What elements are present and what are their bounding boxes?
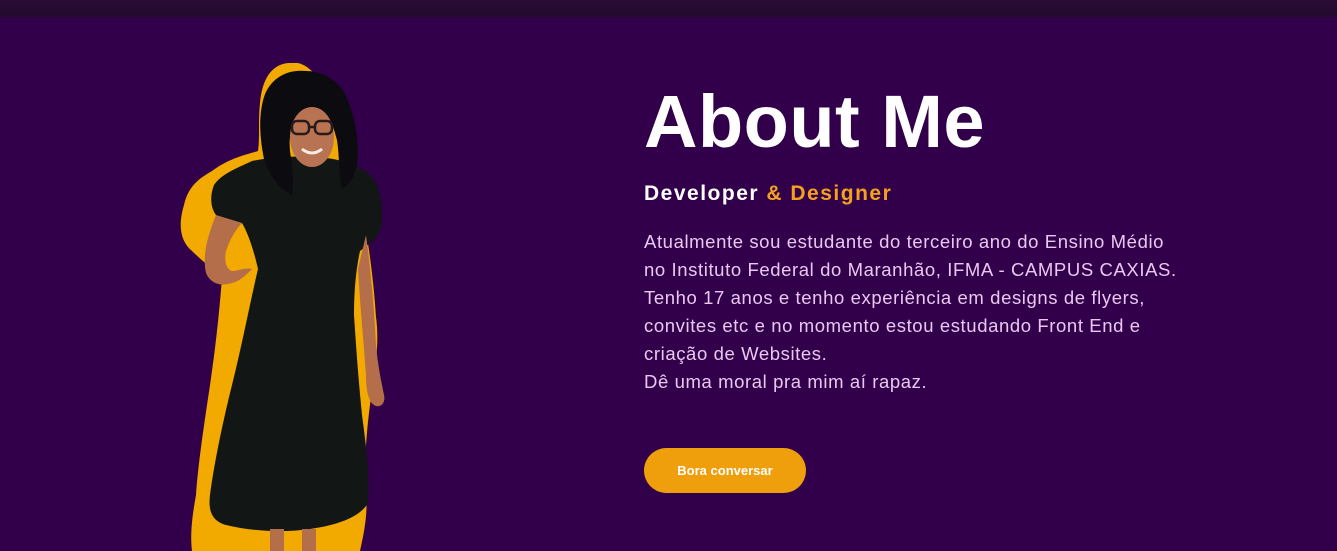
bio-line: Tenho 17 anos e tenho experiência em des… bbox=[644, 287, 1145, 308]
profile-photo bbox=[180, 63, 385, 551]
photo-leg-right-shape bbox=[302, 529, 316, 551]
photo-face-shape bbox=[290, 107, 334, 167]
about-content: About Me Developer & Designer Atualmente… bbox=[644, 80, 1244, 396]
bio-line: Atualmente sou estudante do terceiro ano… bbox=[644, 231, 1165, 252]
about-section: About Me Developer & Designer Atualmente… bbox=[0, 0, 1337, 551]
role-developer: Developer bbox=[644, 182, 760, 205]
bio-line: Dê uma moral pra mim aí rapaz. bbox=[644, 371, 928, 392]
bio-line: no Instituto Federal do Maranhão, IFMA -… bbox=[644, 259, 1177, 280]
bio-line: convites etc e no momento estou estudand… bbox=[644, 315, 1141, 336]
bio-paragraph: Atualmente sou estudante do terceiro ano… bbox=[644, 228, 1204, 396]
page-title: About Me bbox=[644, 80, 986, 163]
role-designer: & Designer bbox=[766, 182, 893, 205]
photo-leg-left-shape bbox=[270, 529, 284, 551]
top-bar bbox=[0, 0, 1337, 17]
role-subtitle: Developer & Designer bbox=[644, 180, 1244, 208]
contact-button[interactable]: Bora conversar bbox=[644, 448, 806, 493]
bio-line: criação de Websites. bbox=[644, 343, 828, 364]
